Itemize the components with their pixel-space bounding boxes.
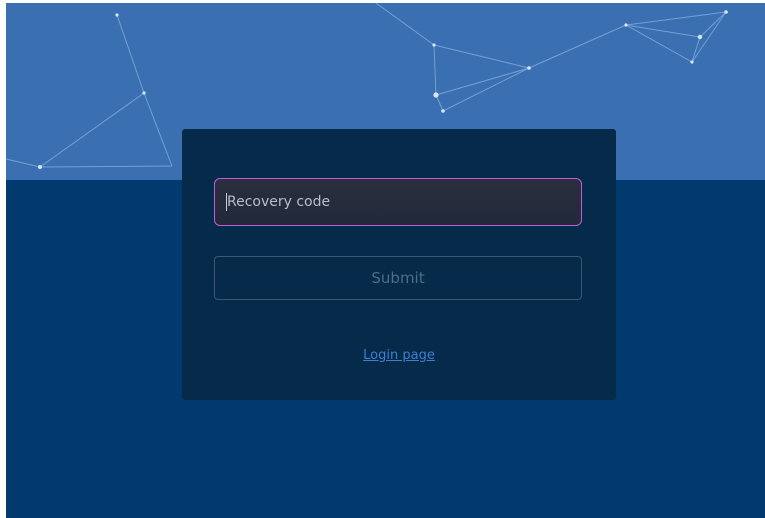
- login-viewport: Submit Login page: [6, 3, 765, 518]
- login-page-link[interactable]: Login page: [182, 348, 616, 363]
- submit-button[interactable]: Submit: [214, 256, 582, 300]
- text-cursor: [226, 193, 227, 211]
- recovery-card: Submit Login page: [182, 129, 616, 400]
- recovery-code-input[interactable]: [214, 178, 582, 226]
